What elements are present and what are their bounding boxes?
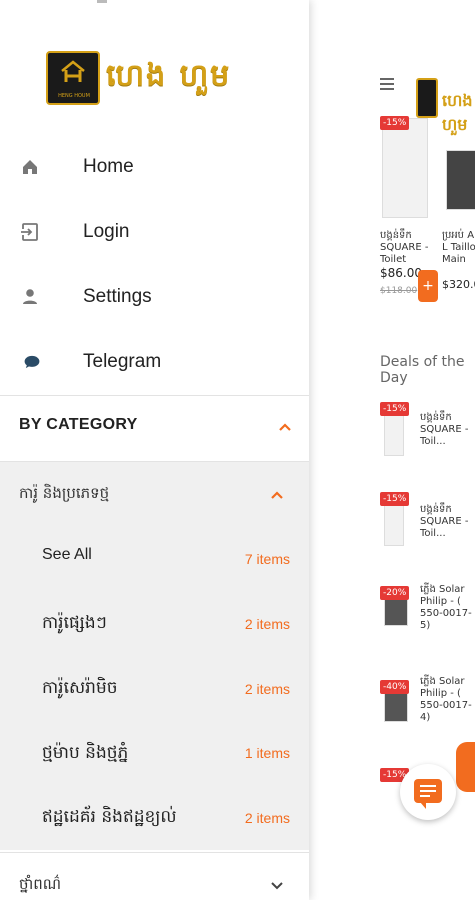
house-logo-icon	[61, 60, 85, 82]
navigation-drawer: HENG HOUM ហេង ហួម Home Login Settings Te…	[0, 0, 309, 900]
deal-discount-badge: -40%	[380, 680, 410, 694]
category-row-see-all[interactable]: See All 7 items	[0, 524, 309, 588]
category-row-count: 2 items	[244, 681, 290, 697]
category-row-label: ឥដ្ឋដេគ័រ និងឥដ្ឋខ្យល់	[42, 807, 177, 827]
product-old-price: $118.00	[380, 286, 418, 296]
chat-icon	[414, 779, 442, 809]
discount-badge: -15%	[380, 116, 410, 130]
nav-item-label: Login	[83, 221, 130, 242]
logo-text: ហេង ហួម	[106, 58, 232, 93]
chevron-up-icon[interactable]	[270, 488, 284, 502]
small-logo-text: ហេង ហួម	[442, 91, 473, 134]
status-bar-fragment	[97, 0, 107, 3]
category-row-count: 2 items	[244, 616, 290, 632]
deal-name: បង្គន់ទឹក SQUARE - Toil...	[420, 412, 469, 447]
login-icon	[20, 222, 40, 242]
category-row-count: 7 items	[244, 551, 290, 567]
product-image[interactable]	[382, 118, 428, 218]
nav-item-label: Telegram	[83, 351, 162, 372]
chat-fab-button[interactable]	[400, 764, 456, 820]
category-row-label: ថ្មម៉ាប និងថ្មភ្នំ	[42, 743, 129, 763]
side-action-tab[interactable]	[456, 742, 475, 792]
category-row-count: 1 items	[244, 745, 290, 761]
deal-name: បង្គន់ទឹក SQUARE - Toil...	[420, 504, 469, 539]
nav-item-telegram[interactable]: Telegram	[0, 332, 309, 392]
nav-item-label: Settings	[83, 286, 152, 307]
category-submenu: ការ៉ូ និងប្រភេទថ្ម See All 7 items ការ៉ូ…	[0, 462, 309, 850]
brand-logo: HENG HOUM ហេង ហួម	[46, 50, 231, 106]
deal-discount-badge: -15%	[380, 492, 410, 506]
nav-item-settings[interactable]: Settings	[0, 267, 309, 327]
product-image[interactable]	[446, 150, 475, 210]
category-row-label: See All	[42, 546, 92, 563]
home-icon	[20, 157, 40, 177]
small-logo	[416, 78, 438, 118]
deals-title: Deals of the Day	[380, 354, 465, 386]
nav-item-login[interactable]: Login	[0, 202, 309, 262]
category-row[interactable]: ថ្មម៉ាប និងថ្មភ្នំ 1 items	[0, 720, 309, 784]
hamburger-menu-icon[interactable]	[380, 78, 394, 93]
product-price: $320.00	[442, 278, 475, 291]
logo-emblem: HENG HOUM	[46, 51, 100, 105]
category-row-count: 2 items	[244, 810, 290, 826]
category-group-label: ការ៉ូ និងប្រភេទថ្ម	[19, 484, 110, 502]
chevron-up-icon[interactable]	[278, 420, 292, 434]
deal-name: ភ្លើង Solar Philip - ( 550-0017-5)	[420, 584, 472, 631]
person-icon	[20, 287, 40, 307]
category-section-header[interactable]: BY CATEGORY	[0, 396, 309, 460]
nav-item-home[interactable]: Home	[0, 137, 309, 197]
nav-item-label: Home	[83, 156, 134, 177]
category-group-collapsed[interactable]: ថ្នាំពណ៌	[0, 852, 309, 900]
deal-discount-badge: -20%	[380, 586, 410, 600]
deal-discount-badge: -15%	[380, 402, 410, 416]
logo-subtext: HENG HOUM	[58, 93, 90, 99]
category-row[interactable]: ឥដ្ឋដេគ័រ និងឥដ្ឋខ្យល់ 2 items	[0, 784, 309, 848]
product-name: បង្គន់ទឹក SQUARE - Toilet	[380, 230, 429, 265]
category-row-label: ការ៉ូផ្សេងៗ	[42, 613, 107, 633]
category-row-label: ការ៉ូសេរ៉ាមិច	[42, 678, 118, 698]
chat-bubble-icon	[20, 352, 40, 372]
category-row[interactable]: ការ៉ូផ្សេងៗ 2 items	[0, 592, 309, 656]
category-group-header[interactable]: ការ៉ូ និងប្រភេទថ្ម	[0, 462, 309, 524]
category-header-label: BY CATEGORY	[19, 416, 138, 433]
deal-name: ភ្លើង Solar Philip - ( 550-0017-4)	[420, 676, 472, 723]
category-group-label: ថ្នាំពណ៌	[19, 875, 62, 893]
category-row[interactable]: ការ៉ូសេរ៉ាមិច 2 items	[0, 656, 309, 720]
chevron-down-icon[interactable]	[270, 879, 284, 893]
product-price: $86.00	[380, 266, 422, 280]
product-name: ប្រអប់ A / L Taillo Main	[442, 230, 475, 265]
add-to-cart-button[interactable]: +	[418, 270, 438, 302]
